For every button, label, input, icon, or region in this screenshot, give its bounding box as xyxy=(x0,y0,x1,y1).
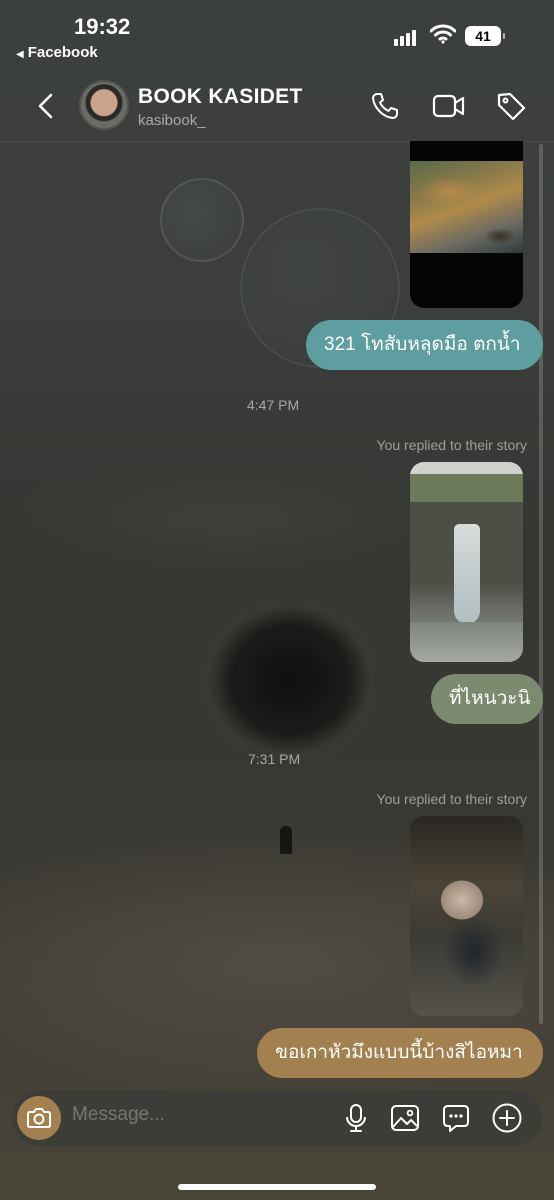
phone-icon[interactable] xyxy=(369,90,401,122)
wifi-icon xyxy=(430,24,456,44)
story-waterfall xyxy=(454,524,480,624)
avatar[interactable] xyxy=(79,80,129,130)
story-pool xyxy=(410,622,523,662)
timestamp: 7:31 PM xyxy=(248,751,301,767)
contact-name[interactable]: BOOK KASIDET xyxy=(138,85,303,109)
status-bar: 19:32 ◀ Facebook 41 xyxy=(0,0,554,70)
tag-icon[interactable] xyxy=(495,90,527,122)
camera-button[interactable] xyxy=(17,1096,61,1140)
reply-note: You replied to their story xyxy=(376,437,527,453)
microphone-icon[interactable] xyxy=(340,1102,372,1134)
chat-header: BOOK KASIDET kasibook_ xyxy=(0,70,554,142)
gallery-icon[interactable] xyxy=(389,1102,421,1134)
message-bubble[interactable]: 321 โทสับหลุดมือ ตกน้ำ xyxy=(306,320,543,370)
message-composer xyxy=(12,1090,542,1146)
message-bubble[interactable]: ที่ไหนวะนิ xyxy=(431,674,543,724)
battery-indicator: 41 xyxy=(465,26,505,46)
story-reply-image[interactable] xyxy=(410,141,523,308)
status-time: 19:32 xyxy=(74,14,131,39)
story-reply-image[interactable] xyxy=(410,462,523,662)
home-indicator[interactable] xyxy=(178,1184,376,1190)
cellular-signal-icon xyxy=(394,28,418,46)
scrollbar[interactable] xyxy=(539,144,543,1024)
back-app-label: Facebook xyxy=(27,44,98,61)
story-stream-photo xyxy=(410,161,523,253)
plus-icon[interactable] xyxy=(491,1102,523,1134)
story-reply-image[interactable] xyxy=(410,816,523,1016)
video-icon[interactable] xyxy=(432,90,465,122)
story-dog xyxy=(432,874,502,984)
back-triangle-icon: ◀ xyxy=(16,49,24,60)
contact-username[interactable]: kasibook_ xyxy=(138,112,206,129)
background-moon-small xyxy=(160,178,244,262)
reply-note: You replied to their story xyxy=(376,791,527,807)
sticker-icon[interactable] xyxy=(440,1102,472,1134)
message-input[interactable] xyxy=(72,1104,312,1126)
back-to-app-link[interactable]: ◀ Facebook xyxy=(16,44,98,61)
chevron-left-icon[interactable] xyxy=(36,92,56,120)
camera-icon xyxy=(27,1108,51,1128)
background-figure xyxy=(280,826,292,854)
timestamp: 4:47 PM xyxy=(247,397,300,413)
message-bubble[interactable]: ขอเกาหัวมึงแบบนี้บ้างสิไอหมา xyxy=(257,1028,543,1078)
